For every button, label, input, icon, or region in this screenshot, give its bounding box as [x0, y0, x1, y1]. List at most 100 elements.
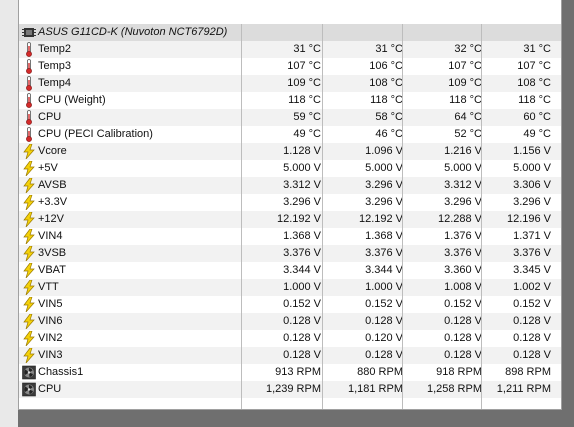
table-row[interactable]: VIN3 0.128 V 0.128 V 0.128 V 0.128 V — [19, 347, 561, 364]
table-row[interactable]: CPU (PECI Calibration) 49 °C 46 °C 52 °C 49 … — [19, 126, 561, 143]
column-divider — [481, 24, 482, 409]
table-row[interactable]: AVSB 3.312 V 3.296 V 3.312 V 3.306 V — [19, 177, 561, 194]
sensor-value: 1.368 V — [365, 230, 403, 242]
sensor-value: 118 °C — [370, 94, 403, 106]
table-row[interactable]: VBAT 3.344 V 3.344 V 3.360 V 3.345 V — [19, 262, 561, 279]
sensor-value: 0.128 V — [513, 315, 551, 327]
fan-icon — [22, 365, 36, 380]
sensor-value: 109 °C — [287, 77, 321, 89]
lightning-icon — [22, 314, 36, 329]
table-row[interactable]: 3VSB 3.376 V 3.376 V 3.376 V 3.376 V — [19, 245, 561, 262]
table-row[interactable]: VIN4 1.368 V 1.368 V 1.376 V 1.371 V — [19, 228, 561, 245]
table-row[interactable]: Temp4 109 °C 108 °C 109 °C 108 °C — [19, 75, 561, 92]
lightning-icon — [22, 144, 36, 159]
sensor-value: 59 °C — [293, 111, 321, 123]
table-row[interactable]: Temp3 107 °C 106 °C 107 °C 107 °C — [19, 58, 561, 75]
sensor-value: 1.000 V — [283, 281, 321, 293]
column-divider — [322, 24, 323, 409]
sensor-value: 58 °C — [375, 111, 403, 123]
lightning-icon — [22, 212, 36, 227]
sensor-value: 0.152 V — [513, 298, 551, 310]
lightning-icon — [22, 263, 36, 278]
sensor-value: 3.344 V — [283, 264, 321, 276]
sensor-value: 118 °C — [518, 94, 551, 106]
table-row[interactable]: Chassis1 913 RPM 880 RPM 918 RPM 898 RPM — [19, 364, 561, 381]
sensor-value: 0.128 V — [513, 349, 551, 361]
table-row[interactable]: VTT 1.000 V 1.000 V 1.008 V 1.002 V — [19, 279, 561, 296]
sensor-value: 913 RPM — [275, 366, 321, 378]
table-row[interactable]: VIN5 0.152 V 0.152 V 0.152 V 0.152 V — [19, 296, 561, 313]
sensor-value: 1.368 V — [283, 230, 321, 242]
sensor-value: 12.192 V — [358, 213, 403, 225]
sensor-label: Chassis1 — [38, 366, 84, 378]
table-row[interactable]: VIN2 0.128 V 0.120 V 0.128 V 0.128 V — [19, 330, 561, 347]
column-divider — [241, 24, 242, 409]
lightning-icon — [22, 297, 36, 312]
window-left-pane — [0, 0, 18, 427]
sensor-value: 0.152 V — [365, 298, 403, 310]
sensor-label: VIN3 — [38, 349, 63, 361]
sensor-value: 3.344 V — [365, 264, 403, 276]
lightning-icon — [22, 348, 36, 363]
lightning-icon — [22, 229, 36, 244]
sensor-value: 1.371 V — [513, 230, 551, 242]
fan-icon — [22, 382, 36, 397]
sensor-value: 118 °C — [288, 94, 321, 106]
table-row[interactable]: CPU 59 °C 58 °C 64 °C 60 °C — [19, 109, 561, 126]
sensor-label: VIN2 — [38, 332, 63, 344]
lightning-icon — [22, 161, 36, 176]
sensor-value: 12.196 V — [506, 213, 551, 225]
sensor-value: 1.096 V — [365, 145, 403, 157]
sensor-value: 3.345 V — [513, 264, 551, 276]
table-row[interactable]: CPU (Weight) 118 °C 118 °C 118 °C 118 °C — [19, 92, 561, 109]
sensor-value: 1.128 V — [283, 145, 321, 157]
sensor-value: 5.000 V — [283, 162, 321, 174]
sensor-label: VTT — [38, 281, 59, 293]
sensor-value: 0.120 V — [365, 332, 403, 344]
sensor-value: 12.192 V — [276, 213, 321, 225]
sensor-value: 0.128 V — [513, 332, 551, 344]
sensor-value: 1,239 RPM — [265, 383, 321, 395]
table-row[interactable]: VIN6 0.128 V 0.128 V 0.128 V 0.128 V — [19, 313, 561, 330]
sensor-value: 49 °C — [523, 128, 551, 140]
sensor-label: VBAT — [38, 264, 66, 276]
sensor-label: Temp4 — [38, 77, 72, 89]
table-row[interactable]: Temp2 31 °C 31 °C 32 °C 31 °C — [19, 41, 561, 58]
sensor-label: CPU — [38, 383, 62, 395]
chip-icon — [22, 25, 36, 40]
sensor-value: 3.296 V — [365, 179, 403, 191]
sensor-value: 108 °C — [369, 77, 403, 89]
thermometer-icon — [22, 59, 36, 74]
section-title: ASUS G11CD-K (Nuvoton NCT6792D) — [38, 26, 228, 38]
table-row[interactable]: Vcore 1.128 V 1.096 V 1.216 V 1.156 V — [19, 143, 561, 160]
sensor-value: 1.156 V — [513, 145, 551, 157]
sensor-value: 3.306 V — [513, 179, 551, 191]
sensor-value: 1,181 RPM — [347, 383, 403, 395]
table-row[interactable]: +12V 12.192 V 12.192 V 12.288 V 12.196 V — [19, 211, 561, 228]
thermometer-icon — [22, 110, 36, 125]
table-row-header[interactable]: ASUS G11CD-K (Nuvoton NCT6792D) — [19, 24, 561, 41]
sensor-value: 0.128 V — [283, 315, 321, 327]
sensor-value: 3.296 V — [513, 196, 551, 208]
table-row[interactable]: CPU 1,239 RPM 1,181 RPM 1,258 RPM 1,211 RPM — [19, 381, 561, 398]
sensor-value: 31 °C — [375, 43, 403, 55]
sensor-label: +3.3V — [38, 196, 68, 208]
sensor-label: VIN6 — [38, 315, 63, 327]
sensor-label: VIN4 — [38, 230, 63, 242]
sensor-label: CPU — [38, 111, 62, 123]
lightning-icon — [22, 331, 36, 346]
lightning-icon — [22, 246, 36, 261]
sensor-value: 0.128 V — [365, 315, 403, 327]
sensor-table: ASUS G11CD-K (Nuvoton NCT6792D) Temp2 31 … — [18, 0, 562, 410]
sensor-label: Temp3 — [38, 60, 72, 72]
table-row[interactable]: +3.3V 3.296 V 3.296 V 3.296 V 3.296 V — [19, 194, 561, 211]
sensor-value: 46 °C — [375, 128, 403, 140]
table-row[interactable]: +5V 5.000 V 5.000 V 5.000 V 5.000 V — [19, 160, 561, 177]
sensor-value: 3.296 V — [283, 196, 321, 208]
thermometer-icon — [22, 76, 36, 91]
sensor-value: 1,211 RPM — [496, 383, 551, 395]
sensor-value: 3.376 V — [513, 247, 551, 259]
sensor-value: 0.128 V — [283, 349, 321, 361]
thermometer-icon — [22, 93, 36, 108]
sensor-label: Vcore — [38, 145, 67, 157]
